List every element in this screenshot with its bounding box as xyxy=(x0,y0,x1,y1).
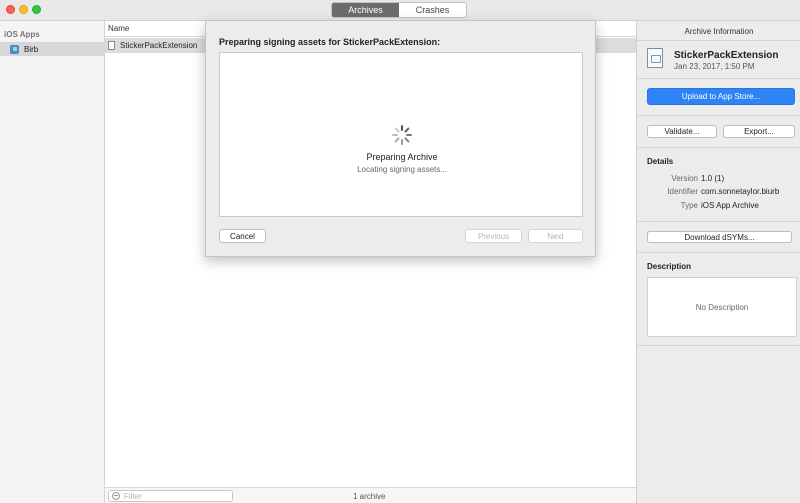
archive-count: 1 archive xyxy=(353,492,386,501)
sheet-content-panel: Preparing Archive Locating signing asset… xyxy=(219,52,583,217)
sidebar-item-birb[interactable]: Birb xyxy=(0,42,104,56)
description-heading: Description xyxy=(647,262,692,271)
sidebar-item-label: Birb xyxy=(24,44,39,54)
download-dsyms-button[interactable]: Download dSYMs... xyxy=(647,231,792,243)
next-button[interactable]: Next xyxy=(528,229,583,243)
archive-date: Jan 23, 2017, 1:50 PM xyxy=(674,62,755,71)
divider xyxy=(637,115,800,116)
app-icon xyxy=(10,44,19,54)
close-window-button[interactable] xyxy=(6,5,15,14)
sidebar: iOS Apps Birb xyxy=(0,21,105,503)
detail-key: Type xyxy=(680,201,698,210)
detail-key: Version xyxy=(671,174,698,183)
divider xyxy=(637,252,800,253)
inspector-title: Archive Information xyxy=(684,27,754,36)
archive-row-name: StickerPackExtension xyxy=(120,41,198,50)
archive-icon xyxy=(647,48,663,68)
archive-file-icon xyxy=(108,41,115,50)
detail-value: iOS App Archive xyxy=(701,201,759,210)
filter-field[interactable] xyxy=(108,490,233,502)
preparing-signing-assets-sheet: Preparing signing assets for StickerPack… xyxy=(205,21,596,257)
archive-inspector: Archive Information StickerPackExtension… xyxy=(636,21,800,503)
tab-archives[interactable]: Archives xyxy=(332,3,399,17)
description-placeholder: No Description xyxy=(695,302,749,312)
minimize-window-button[interactable] xyxy=(19,5,28,14)
export-button[interactable]: Export... xyxy=(723,125,795,138)
cancel-button[interactable]: Cancel xyxy=(219,229,266,243)
archives-crashes-segmented-control: Archives Crashes xyxy=(331,2,467,18)
validate-button[interactable]: Validate... xyxy=(647,125,717,138)
tab-crashes[interactable]: Crashes xyxy=(399,3,466,17)
progress-status: Preparing Archive xyxy=(366,152,438,162)
divider xyxy=(637,147,800,148)
detail-row-identifier: Identifier com.sonnetaylor.biurb xyxy=(647,187,797,197)
title-bar: Archives Crashes xyxy=(0,0,800,21)
divider xyxy=(637,78,800,79)
detail-row-version: Version 1.0 (1) xyxy=(647,174,797,184)
upload-to-app-store-button[interactable]: Upload to App Store... xyxy=(647,88,795,105)
sheet-title: Preparing signing assets for StickerPack… xyxy=(219,37,441,47)
detail-value: com.sonnetaylor.biurb xyxy=(701,187,780,196)
divider xyxy=(637,345,800,346)
details-heading: Details xyxy=(647,157,674,166)
spinner-icon xyxy=(392,125,412,145)
previous-button[interactable]: Previous xyxy=(465,229,522,243)
filter-input[interactable] xyxy=(124,491,224,501)
maximize-window-button[interactable] xyxy=(32,5,41,14)
list-footer: 1 archive xyxy=(105,487,636,503)
archive-name: StickerPackExtension xyxy=(674,50,779,61)
description-field[interactable]: No Description xyxy=(647,277,797,337)
filter-icon xyxy=(112,492,120,500)
sidebar-section-header: iOS Apps xyxy=(4,30,40,39)
progress-substatus: Locating signing assets... xyxy=(357,165,447,174)
divider xyxy=(637,221,800,222)
detail-key: Identifier xyxy=(667,187,698,196)
divider xyxy=(637,40,800,41)
detail-value: 1.0 (1) xyxy=(701,174,725,183)
detail-row-type: Type iOS App Archive xyxy=(647,201,797,211)
